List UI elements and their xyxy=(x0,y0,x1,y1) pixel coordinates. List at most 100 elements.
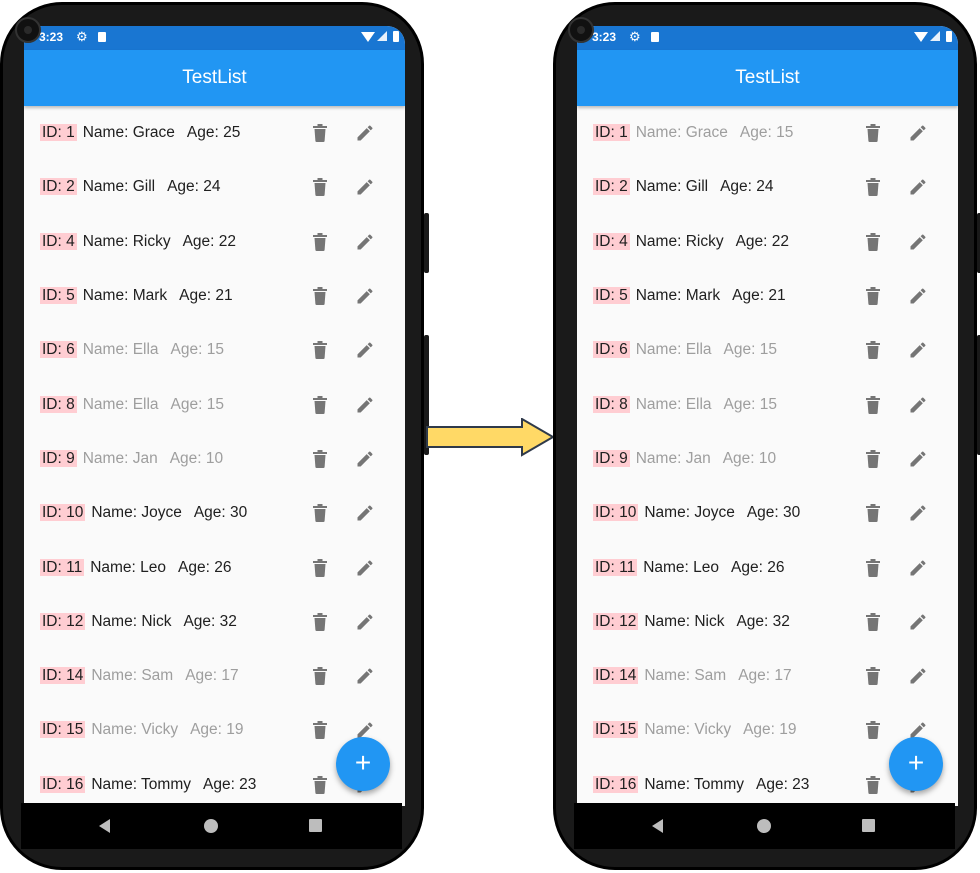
trash-icon[interactable] xyxy=(866,558,880,577)
trash-icon[interactable] xyxy=(313,341,327,360)
list-item[interactable]: ID: 8 Name: Ella Age: 15 xyxy=(24,377,405,431)
trash-icon[interactable] xyxy=(313,449,327,468)
add-button[interactable]: + xyxy=(336,737,390,791)
pencil-icon[interactable] xyxy=(908,558,928,578)
trash-icon[interactable] xyxy=(313,395,327,414)
age-label: Age: 30 xyxy=(193,504,248,522)
list-item[interactable]: ID: 2 Name: Gill Age: 24 xyxy=(577,160,958,214)
trash-icon[interactable] xyxy=(313,124,327,143)
pencil-icon[interactable] xyxy=(355,666,375,686)
id-badge: ID: 2 xyxy=(40,178,77,196)
pencil-icon[interactable] xyxy=(355,340,375,360)
pencil-icon[interactable] xyxy=(355,503,375,523)
id-badge: ID: 6 xyxy=(40,341,77,359)
trash-icon[interactable] xyxy=(866,612,880,631)
id-badge: ID: 10 xyxy=(40,504,86,522)
home-icon[interactable] xyxy=(204,819,218,833)
battery-icon xyxy=(946,31,952,42)
row-text: ID: 2 Name: Gill Age: 24 xyxy=(593,178,774,196)
pencil-icon[interactable] xyxy=(908,340,928,360)
trash-icon[interactable] xyxy=(866,178,880,197)
pencil-icon[interactable] xyxy=(355,612,375,632)
age-label: Age: 30 xyxy=(746,504,801,522)
pencil-icon[interactable] xyxy=(355,449,375,469)
pencil-icon[interactable] xyxy=(355,395,375,415)
trash-icon[interactable] xyxy=(866,504,880,523)
trash-icon[interactable] xyxy=(313,504,327,523)
pencil-icon[interactable] xyxy=(908,503,928,523)
trash-icon[interactable] xyxy=(866,667,880,686)
app-title: TestList xyxy=(735,67,800,88)
trash-icon[interactable] xyxy=(313,558,327,577)
trash-icon[interactable] xyxy=(313,612,327,631)
list-item[interactable]: ID: 4 Name: Ricky Age: 22 xyxy=(577,215,958,269)
pencil-icon[interactable] xyxy=(908,612,928,632)
trash-icon[interactable] xyxy=(866,287,880,306)
list-item[interactable]: ID: 6 Name: Ella Age: 15 xyxy=(24,323,405,377)
trash-icon[interactable] xyxy=(313,775,327,794)
list-item[interactable]: ID: 11 Name: Leo Age: 26 xyxy=(24,540,405,594)
trash-icon[interactable] xyxy=(313,721,327,740)
list-item[interactable]: ID: 10 Name: Joyce Age: 30 xyxy=(577,486,958,540)
app-bar: TestList xyxy=(24,50,405,106)
trash-icon[interactable] xyxy=(313,178,327,197)
trash-icon[interactable] xyxy=(866,775,880,794)
list-item[interactable]: ID: 10 Name: Joyce Age: 30 xyxy=(24,486,405,540)
trash-icon[interactable] xyxy=(866,341,880,360)
row-text: ID: 15 Name: Vicky Age: 19 xyxy=(593,721,797,739)
pencil-icon[interactable] xyxy=(908,666,928,686)
trash-icon[interactable] xyxy=(866,232,880,251)
age-label: Age: 19 xyxy=(190,721,244,739)
trash-icon[interactable] xyxy=(866,449,880,468)
list-item[interactable]: ID: 2 Name: Gill Age: 24 xyxy=(24,160,405,214)
list-item[interactable]: ID: 14 Name: Sam Age: 17 xyxy=(24,649,405,703)
trash-icon[interactable] xyxy=(313,287,327,306)
back-icon[interactable] xyxy=(99,819,110,833)
trash-icon[interactable] xyxy=(313,232,327,251)
pencil-icon[interactable] xyxy=(908,177,928,197)
row-text: ID: 6 Name: Ella Age: 15 xyxy=(40,341,224,359)
pencil-icon[interactable] xyxy=(355,232,375,252)
name-label: Name: Leo xyxy=(643,558,720,576)
trash-icon[interactable] xyxy=(866,721,880,740)
pencil-icon[interactable] xyxy=(908,123,928,143)
back-icon[interactable] xyxy=(652,819,663,833)
list-item[interactable]: ID: 11 Name: Leo Age: 26 xyxy=(577,540,958,594)
trash-icon[interactable] xyxy=(866,395,880,414)
pencil-icon[interactable] xyxy=(908,395,928,415)
add-button[interactable]: + xyxy=(889,737,943,791)
pencil-icon[interactable] xyxy=(908,232,928,252)
list-item[interactable]: ID: 9 Name: Jan Age: 10 xyxy=(577,432,958,486)
pencil-icon[interactable] xyxy=(908,286,928,306)
list-item[interactable]: ID: 6 Name: Ella Age: 15 xyxy=(577,323,958,377)
trash-icon[interactable] xyxy=(866,124,880,143)
list-item[interactable]: ID: 14 Name: Sam Age: 17 xyxy=(577,649,958,703)
name-label: Name: Grace xyxy=(635,124,728,142)
list-item[interactable]: ID: 9 Name: Jan Age: 10 xyxy=(24,432,405,486)
trash-icon[interactable] xyxy=(313,667,327,686)
system-nav-bar xyxy=(21,803,402,849)
list-item[interactable]: ID: 12 Name: Nick Age: 32 xyxy=(24,595,405,649)
status-bar: 3:23 ⚙ xyxy=(577,26,958,50)
front-camera xyxy=(15,17,41,43)
pencil-icon[interactable] xyxy=(355,177,375,197)
list-item[interactable]: ID: 4 Name: Ricky Age: 22 xyxy=(24,215,405,269)
signal-icon xyxy=(377,31,387,41)
recents-icon[interactable] xyxy=(309,819,322,832)
pencil-icon[interactable] xyxy=(908,449,928,469)
list-item[interactable]: ID: 8 Name: Ella Age: 15 xyxy=(577,377,958,431)
name-label: Name: Mark xyxy=(635,287,721,305)
pencil-icon[interactable] xyxy=(355,286,375,306)
name-label: Name: Nick xyxy=(644,612,725,630)
list-item[interactable]: ID: 1 Name: Grace Age: 25 xyxy=(24,106,405,160)
volume-button xyxy=(424,213,429,273)
list-item[interactable]: ID: 5 Name: Mark Age: 21 xyxy=(24,269,405,323)
list-item[interactable]: ID: 5 Name: Mark Age: 21 xyxy=(577,269,958,323)
home-icon[interactable] xyxy=(757,819,771,833)
pencil-icon[interactable] xyxy=(355,123,375,143)
list-item[interactable]: ID: 12 Name: Nick Age: 32 xyxy=(577,595,958,649)
recents-icon[interactable] xyxy=(862,819,875,832)
age-label: Age: 15 xyxy=(739,124,794,142)
pencil-icon[interactable] xyxy=(355,558,375,578)
list-item[interactable]: ID: 1 Name: Grace Age: 15 xyxy=(577,106,958,160)
